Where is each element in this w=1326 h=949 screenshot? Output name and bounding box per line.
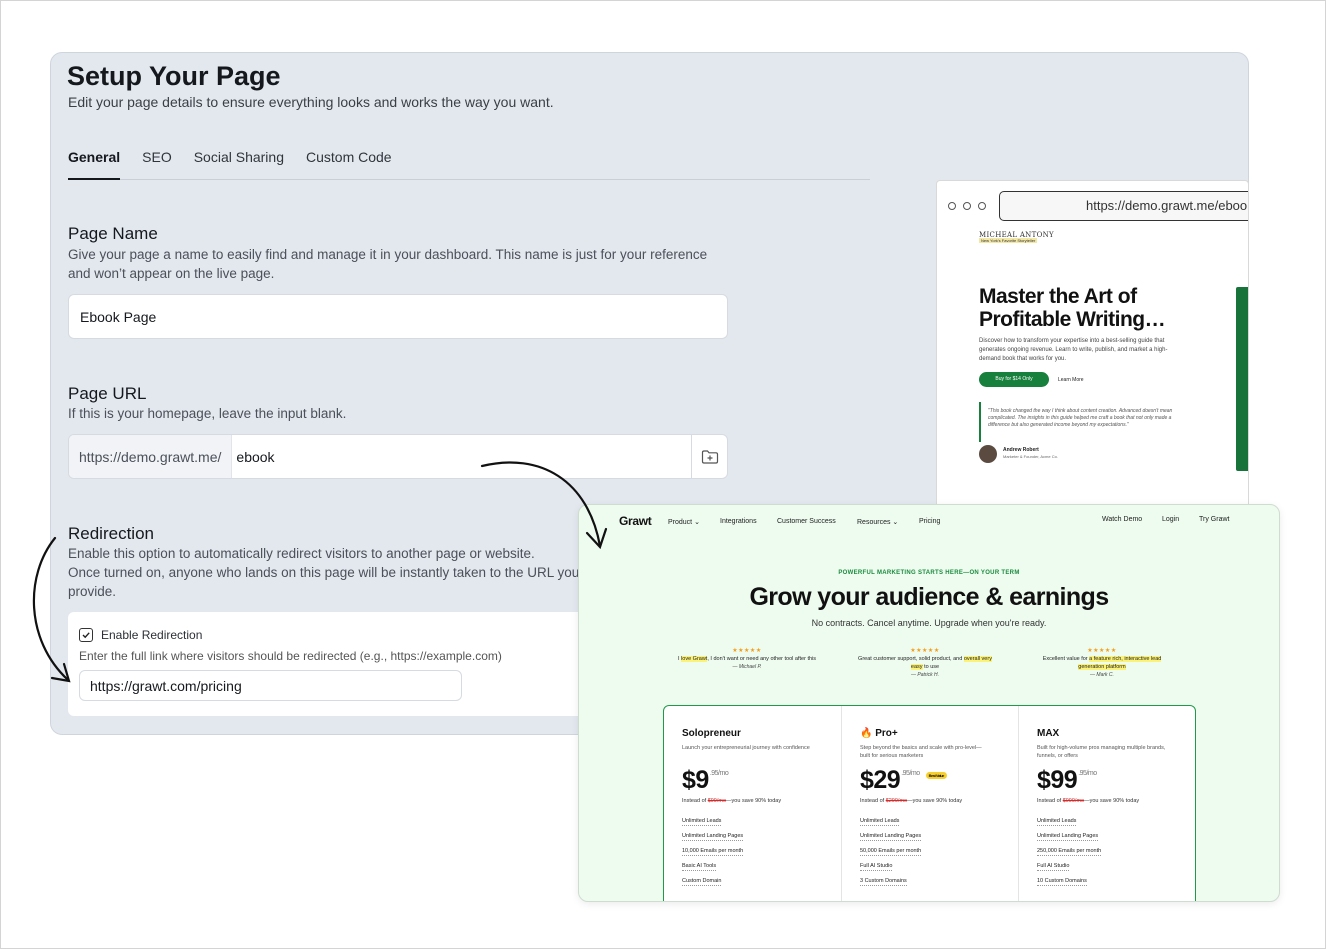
curved-arrow-icon: [480, 461, 608, 550]
annotation-arrows: [32, 461, 608, 683]
curved-arrow-icon: [32, 536, 71, 683]
